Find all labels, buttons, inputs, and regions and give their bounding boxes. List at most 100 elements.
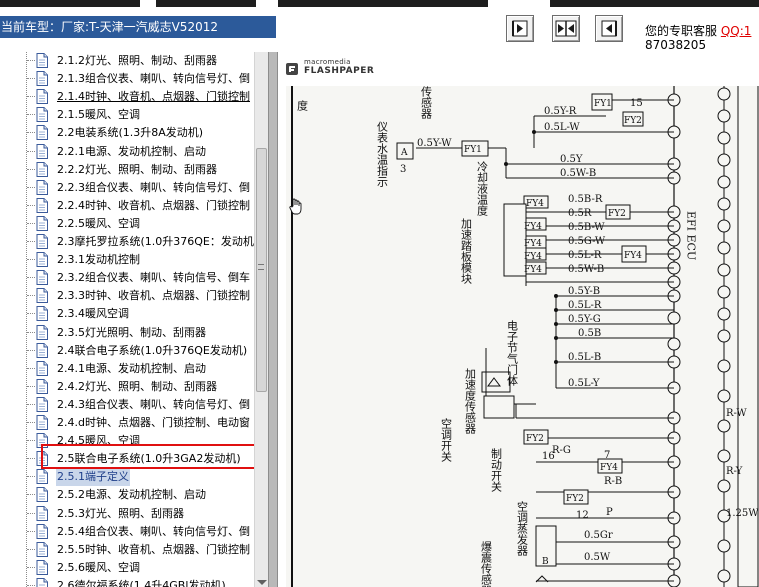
tree-item[interactable]: 2.3.2组合仪表、喇叭、转向信号、倒车 [0,269,254,287]
tree-item-label: 2.4.1电源、发动机控制、启动 [57,361,206,375]
tree-item[interactable]: 2.4联合电子系统(1.0升376QE发动机) [0,342,254,360]
tree-connector [27,367,35,369]
tree-item-label: 2.3.1发动机控制 [57,253,140,267]
connector-pin [717,307,731,321]
tree-item[interactable]: 2.1.3组合仪表、喇叭、转向信号灯、倒 [0,70,254,88]
tree-item[interactable]: 2.1.5暖风、空调 [0,106,254,124]
document-icon [36,215,48,231]
scrollbar-thumb[interactable] [256,148,267,392]
tree-item[interactable]: 2.3摩托罗拉系统(1.0升376QE：发动机 [0,233,254,251]
connector-pin [717,109,731,123]
connector-pin [717,153,731,167]
fuse-fy1: FY1 [464,145,482,155]
tree-item[interactable]: 2.2电装系统(1.3升8A发动机) [0,124,254,142]
tree-connector [27,78,35,80]
tree-item[interactable]: 2.3.1发动机控制 [0,251,254,269]
tree-connector [27,566,35,568]
tree-item[interactable]: 2.2.2灯光、照明、制动、刮雨器 [0,161,254,179]
connector-pin [717,329,731,343]
document-icon [36,107,48,123]
tree-item-label: 2.4.3组合仪表、喇叭、转向信号灯、倒 [57,397,250,411]
tree-item-label: 2.3摩托罗拉系统(1.0升376QE：发动机 [57,235,254,248]
tree-connector [27,403,35,405]
tree-connector [27,259,35,261]
tree-item[interactable]: 2.3.3时钟、收音机、点烟器、门锁控制 [0,287,254,305]
tree-item-label: 2.4.2灯光、照明、制动、刮雨器 [57,379,217,393]
connector-pin [717,359,731,373]
tree-item[interactable]: 2.4.3组合仪表、喇叭、转向信号灯、倒 [0,396,254,414]
tree-connector [27,584,35,586]
tree-item-label: 2.6德尔福系统(1.4升4GBl发动机) [57,578,226,587]
scrollbar-grip-icon [258,264,264,270]
tree-item-label: 2.3.3时钟、收音机、点烟器、门锁控制 [57,289,250,303]
tree-item-label: 2.2.5暖风、空调 [57,216,140,230]
tree-item[interactable]: 2.5.3灯光、照明、刮雨器 [0,505,254,523]
two-page-button[interactable] [552,15,580,42]
tree-item-label: 2.2.2灯光、照明、制动、刮雨器 [57,162,217,176]
pin-15: 15 [630,98,643,109]
tree-item[interactable]: 2.1.2灯光、照明、制动、刮雨器 [0,52,254,70]
tree-item[interactable]: 2.4.2灯光、照明、制动、刮雨器 [0,378,254,396]
tree-connector [27,60,35,61]
next-page-button[interactable] [595,15,623,42]
tree-item[interactable]: 2.4.1电源、发动机控制、启动 [0,360,254,378]
tree-scrollbar[interactable] [254,52,268,587]
service-qq-link[interactable]: QQ:1 [721,24,752,38]
document-icon [36,559,48,575]
tree-item-label: 2.1.2灯光、照明、制动、刮雨器 [57,54,217,67]
tree-item[interactable]: 2.6德尔福系统(1.4升4GBl发动机) [0,577,254,587]
pin-12: 12 [576,510,589,521]
document-icon [36,487,48,503]
document-icon [36,125,48,141]
document-icon [36,324,48,340]
tree-item[interactable]: 2.5.4组合仪表、喇叭、转向信号灯、倒 [0,523,254,541]
tree-item[interactable]: 2.4.d时钟、点烟器、门锁控制、电动窗 [0,414,254,432]
tree-item[interactable]: 2.3.4暖风空调 [0,305,254,323]
wire-label-10: 0.5L-R [568,250,602,261]
diagram-label-ecu: EFI ECU [685,211,698,260]
tree-item[interactable]: 2.3.5灯光照明、制动、刮雨器 [0,324,254,342]
ecu-pins [667,93,681,587]
wire-label-16: 0.5L-B [568,352,601,363]
tree-connector [27,132,35,134]
diagram-label-sensor: 传感器 [420,86,433,120]
current-car-model: 当前车型：厂家:T-天津一汽威志V52012 [0,16,276,38]
connector-pin [717,131,731,145]
connector-pin [717,241,731,255]
panel-splitter[interactable] [268,52,278,587]
wire-label-19: R-B [604,476,622,487]
wire-label-7: 0.5R [568,208,592,219]
tree-item-label: 2.1.5暖风、空调 [57,108,140,122]
svg-text:FY4: FY4 [624,251,642,261]
svg-text:FY2: FY2 [624,116,642,126]
wire-label-5: 0.5W-B [560,168,596,179]
tree-item[interactable]: 2.2.5暖风、空调 [0,215,254,233]
document-icon [36,89,48,105]
wire-label-13: 0.5L-R [568,300,602,311]
svg-text:FY4: FY4 [524,265,542,275]
connector-pin [717,539,731,553]
tree-item[interactable]: 2.5.2电源、发动机控制、启动 [0,486,254,504]
wire-label-21: 0.5Gr [584,530,613,541]
prev-page-button[interactable] [506,15,534,42]
connector-pin [717,419,731,433]
document-icon [36,415,48,430]
tree-item[interactable]: 2.5.1端子定义 [0,468,254,487]
document-icon [36,234,48,249]
document-icon [36,469,48,485]
wire-label-11: 0.5W-B [568,264,604,275]
tree-item[interactable]: 2.2.1电源、发动机控制、启动 [0,143,254,161]
tree-item[interactable]: 2.2.4时钟、收音机、点烟器、门锁控制 [0,197,254,215]
tree-list: 2.1.2灯光、照明、制动、刮雨器 2.1.3组合仪表、喇叭、转向信号灯、倒 2.1… [0,52,254,587]
document-viewer[interactable]: macromedia FLASHPAPER 度 传感器 仪表水温指示 冷却液温度… [278,52,759,587]
connector-pin [717,569,731,583]
tree-item[interactable]: 2.5.6暖风、空调 [0,559,254,577]
tree-item[interactable]: 2.1.4时钟、收音机、点烟器、门锁控制 [0,88,254,106]
tree-item[interactable]: 2.2.3组合仪表、喇叭、转向信号灯、倒 [0,179,254,197]
tree-connector [27,530,35,532]
ecu-pin [667,337,681,351]
tree-connector [27,385,35,387]
tree-item[interactable]: 2.5.5时钟、收音机、点烟器、门锁控制 [0,541,254,559]
tree-connector [27,313,35,315]
scroll-down-icon[interactable] [257,580,267,585]
